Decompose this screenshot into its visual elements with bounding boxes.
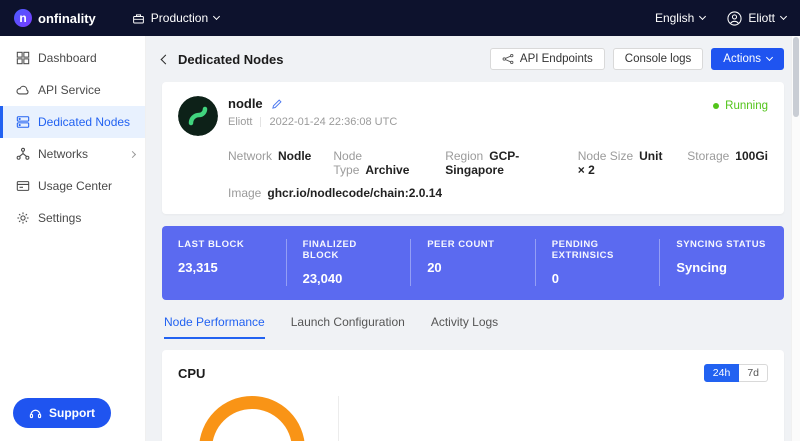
divider (260, 117, 262, 127)
chevron-down-icon (765, 53, 774, 62)
api-endpoints-button[interactable]: API Endpoints (489, 48, 605, 70)
page-title-text: Dedicated Nodes (178, 51, 284, 67)
sidebar-item-dedicated-nodes[interactable]: Dedicated Nodes (0, 106, 145, 138)
language-selector[interactable]: English (654, 11, 707, 25)
status-badge: Running (713, 100, 768, 112)
console-logs-button[interactable]: Console logs (612, 48, 704, 70)
edit-name-icon[interactable] (271, 98, 283, 110)
stat-finalized-block: FINALIZED BLOCK 23,040 (285, 239, 411, 286)
chevron-right-icon (128, 150, 137, 158)
usage-card-icon (16, 181, 30, 191)
cpu-percentage-label: 63.44% (199, 396, 305, 441)
topbar: n onfinality Production English Eliott (0, 0, 800, 36)
chart-divider (338, 396, 339, 441)
detail-image: Image ghcr.io/nodlecode/chain:2.0.14 (228, 186, 443, 200)
back-icon[interactable] (160, 54, 171, 64)
page-header: Dedicated Nodes API Endpoints Console lo… (160, 48, 784, 70)
support-button[interactable]: Support (13, 398, 111, 428)
brand-name: onfinality (38, 10, 96, 26)
sidebar-item-settings[interactable]: Settings (0, 202, 145, 234)
support-label: Support (49, 406, 95, 420)
onfinality-logo-icon: n (14, 9, 32, 27)
sidebar-item-label: Dashboard (38, 51, 97, 65)
brand-logo[interactable]: n onfinality (14, 9, 96, 27)
status-dot-icon (713, 103, 720, 109)
node-summary-card: nodle Eliott 2022-01-24 22:36:08 UTC Run… (162, 82, 784, 214)
sidebar-item-usage-center[interactable]: Usage Center (0, 170, 145, 202)
chevron-down-icon (213, 12, 221, 21)
detail-network: Network Nodle (228, 149, 312, 163)
environment-switcher[interactable]: Production (132, 11, 221, 25)
time-range-toggle: 24h 7d (703, 364, 768, 382)
user-avatar-icon (727, 10, 742, 26)
sidebar-item-label: Networks (38, 147, 89, 161)
api-endpoints-label: API Endpoints (519, 53, 593, 65)
sidebar-item-label: Usage Center (38, 179, 113, 193)
nodle-logo (178, 96, 218, 136)
detail-node-type: Node Type Archive (333, 149, 410, 177)
actions-label: Actions (723, 53, 761, 65)
tab-launch-configuration[interactable]: Launch Configuration (291, 315, 405, 339)
detail-node-size: Node Size Unit × 2 (577, 149, 663, 177)
sidebar-item-label: Dedicated Nodes (38, 115, 131, 129)
tab-node-performance[interactable]: Node Performance (164, 315, 265, 339)
cpu-card: CPU 24h 7d 63.44% (162, 350, 784, 441)
sidebar-item-networks[interactable]: Networks (0, 138, 145, 170)
status-text: Running (725, 100, 768, 112)
cloud-icon (16, 85, 29, 95)
cpu-chart-title: CPU (178, 365, 206, 381)
console-logs-label: Console logs (624, 53, 692, 65)
node-created-timestamp: 2022-01-24 22:36:08 UTC (269, 116, 398, 128)
vertical-scrollbar (791, 36, 800, 441)
scrollbar-thumb[interactable] (793, 37, 799, 117)
user-name: Eliott (748, 11, 775, 25)
range-24h-button[interactable]: 24h (703, 364, 740, 382)
actions-button[interactable]: Actions (711, 48, 784, 70)
network-icon (16, 147, 30, 160)
sidebar-item-label: API Service (38, 83, 101, 97)
detail-storage: Storage 100Gi (687, 149, 768, 163)
headset-icon (29, 409, 42, 418)
range-7d-button[interactable]: 7d (739, 364, 768, 382)
dashboard-grid-icon (16, 51, 30, 65)
node-stats-bar: LAST BLOCK 23,315 FINALIZED BLOCK 23,040… (162, 226, 784, 300)
detail-region: Region GCP-Singapore (445, 149, 520, 177)
api-share-icon (502, 53, 514, 65)
stat-last-block: LAST BLOCK 23,315 (178, 239, 245, 275)
sidebar-item-label: Settings (38, 211, 82, 225)
server-icon (16, 116, 30, 128)
node-details: Network Nodle Node Type Archive Region GCP-… (228, 149, 768, 177)
workspace-icon (132, 13, 144, 23)
sidebar-item-api-service[interactable]: API Service (0, 74, 145, 106)
cpu-donut: 63.44% (199, 396, 305, 441)
page-title: Dedicated Nodes (160, 51, 284, 67)
main-content: Dedicated Nodes API Endpoints Console lo… (146, 36, 800, 441)
node-name: nodle (228, 96, 263, 111)
chevron-down-icon (779, 12, 788, 21)
node-owner: Eliott (228, 116, 253, 128)
chevron-down-icon (699, 12, 707, 21)
environment-label: Production (150, 11, 209, 25)
gear-icon (17, 212, 29, 224)
stat-peer-count: PEER COUNT 20 (410, 239, 535, 286)
tab-activity-logs[interactable]: Activity Logs (431, 315, 498, 339)
language-label: English (654, 11, 695, 25)
sidebar-item-dashboard[interactable]: Dashboard (0, 42, 145, 74)
user-menu[interactable]: Eliott (727, 10, 788, 26)
stat-syncing-status: SYNCING STATUS Syncing (659, 239, 784, 286)
detail-tabs: Node Performance Launch Configuration Ac… (164, 315, 782, 339)
sidebar: Dashboard API Service Dedicated Nodes Ne… (0, 36, 146, 441)
stat-pending-extrinsics: PENDING EXTRINSICS 0 (534, 239, 660, 286)
